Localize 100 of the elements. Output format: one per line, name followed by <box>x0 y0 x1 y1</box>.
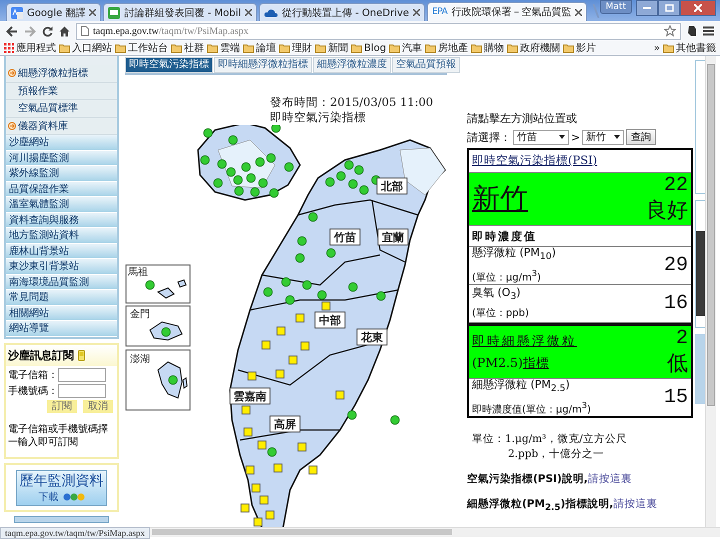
pm25-value: 2 <box>676 328 688 350</box>
sidebar-item[interactable]: 東沙東引背景站 <box>6 259 117 274</box>
sidebar-item[interactable]: 常見問題 <box>6 290 117 306</box>
region-label[interactable]: 北部 <box>376 178 408 194</box>
subscribe-button[interactable]: 訂閱 <box>47 400 77 412</box>
minimize-button[interactable] <box>636 0 658 16</box>
bookmark-item[interactable]: 入口網站 <box>59 41 112 55</box>
bookmark-item[interactable]: Blog <box>351 42 386 54</box>
inset-map-drawing <box>126 350 190 410</box>
email-field[interactable] <box>58 368 106 382</box>
folder-icon <box>507 44 518 52</box>
close-icon[interactable] <box>89 9 96 16</box>
map-title: 即時空氣污染指標 <box>270 110 367 125</box>
browser-tab[interactable]: 討論群組發表回覆 - Mobil <box>103 3 258 21</box>
sidebar-item[interactable]: 南海環境品質監測 <box>6 274 117 290</box>
sidebar-item[interactable]: 網站導覽 <box>6 321 117 336</box>
pm25-heading-link[interactable]: 即時細懸浮微粒 <box>472 333 577 348</box>
sidebar-item[interactable]: 溫室氣體監測 <box>6 197 117 212</box>
address-bar[interactable]: taqm.epa.gov.tw/taqm/tw/PsiMap.aspx <box>76 22 681 40</box>
sidebar-item[interactable]: 儀器資料庫 <box>6 118 117 135</box>
bookmark-item[interactable]: 購物 <box>471 41 504 55</box>
region-label[interactable]: 花東 <box>356 328 388 346</box>
sidebar-item[interactable]: 河川揚塵監測 <box>6 150 117 166</box>
psi-status: 良好 <box>646 197 688 223</box>
star-icon[interactable] <box>664 25 676 37</box>
browser-tab[interactable]: Google 翻譯 <box>6 3 102 21</box>
query-button[interactable]: 查詢 <box>626 129 656 145</box>
status-url: taqm.epa.gov.tw/taqm/tw/PsiMap.aspx <box>0 527 150 539</box>
bookmark-item[interactable]: 應用程式 <box>4 41 56 55</box>
sidebar-item[interactable]: 預報作業 <box>6 82 117 100</box>
bookmark-item[interactable]: 工作站台 <box>115 41 168 55</box>
download-banner[interactable]: 歷年監測資料 下載 <box>16 470 107 506</box>
scrollbar-thumb[interactable] <box>152 529 452 535</box>
sidebar-item[interactable]: 細懸浮微粒指標 <box>6 65 117 82</box>
home-icon[interactable] <box>59 26 70 36</box>
scrollbar-thumb[interactable] <box>707 64 715 406</box>
maximize-button[interactable] <box>658 0 680 16</box>
bookmark-item[interactable]: 汽車 <box>389 41 422 55</box>
browser-tab[interactable]: EPA 行政院環保署－空氣品質監 <box>427 2 588 21</box>
sidebar-item[interactable]: 紫外線監測 <box>6 166 117 182</box>
pollutant-name: 細懸浮微粒 (PM$_{2.5}$) <box>472 376 571 396</box>
bookmarks-overflow[interactable]: » <box>654 42 660 54</box>
bookmark-item[interactable]: 房地產 <box>425 41 468 55</box>
reload-icon[interactable] <box>42 26 53 36</box>
sidebar-item[interactable]: 資料查詢與服務 <box>6 212 117 228</box>
station-name-link[interactable]: 新竹 <box>472 180 528 218</box>
close-icon[interactable] <box>245 9 252 16</box>
reading-value: 15 <box>664 386 688 409</box>
unit-note: 2.ppb，十億分之一 <box>507 447 606 462</box>
nav-tab[interactable]: 即時細懸浮微粒指標 <box>214 57 312 73</box>
cancel-button[interactable]: 取消 <box>83 400 113 412</box>
nav-tab[interactable]: 即時空氣污染指標 <box>125 57 213 73</box>
nav-tab[interactable]: 空氣品質預報 <box>392 57 460 73</box>
translate-icon <box>11 6 23 18</box>
station-dropdown[interactable]: 新竹 <box>582 130 624 144</box>
nav-tab[interactable]: 細懸浮微粒濃度 <box>313 57 391 73</box>
close-icon <box>694 4 702 12</box>
region-label[interactable]: 中部 <box>314 312 346 328</box>
subscribe-title: 沙塵訊息訂閱 <box>8 348 74 362</box>
menu-icon[interactable] <box>703 26 714 36</box>
note-link[interactable]: 請按這裏 <box>613 498 658 510</box>
horizontal-scrollbar[interactable] <box>150 527 720 537</box>
county-dropdown[interactable]: 竹苗 <box>513 130 569 144</box>
region-label[interactable]: 竹苗 <box>330 228 360 246</box>
unit-note: 單位：1.μg/m³，微克/立方公尺 <box>472 432 628 447</box>
close-window-button[interactable] <box>680 0 716 16</box>
pm25-status: 低 <box>667 350 688 376</box>
note-link[interactable]: 請按這裏 <box>588 473 632 485</box>
maximize-icon <box>664 4 674 12</box>
publish-time: 發布時間：2015/03/05 11:00 <box>270 95 434 110</box>
bookmark-item[interactable]: 理財 <box>279 41 312 55</box>
psi-heading-link[interactable]: 即時空氣污染指標(PSI) <box>472 153 598 167</box>
bookmark-item[interactable]: 社群 <box>171 41 204 55</box>
caret-icon <box>614 135 620 139</box>
phone-field[interactable] <box>58 384 106 398</box>
bookmark-item[interactable]: 影片 <box>563 41 596 55</box>
back-icon[interactable] <box>6 26 18 36</box>
separator-text: > <box>571 130 580 144</box>
bookmark-item[interactable]: 雲端 <box>207 41 240 55</box>
region-label[interactable]: 高屏 <box>270 416 300 432</box>
sidebar-item[interactable]: 沙塵網站 <box>6 135 117 150</box>
sidebar-item[interactable]: 地方監測站資料 <box>6 228 117 244</box>
close-icon[interactable] <box>413 9 420 16</box>
sidebar-item[interactable]: 相關網站 <box>6 306 117 321</box>
extension-icon[interactable] <box>687 25 697 37</box>
close-icon[interactable] <box>575 8 582 16</box>
region-label[interactable]: 雲嘉南 <box>230 388 270 404</box>
sidebar-item[interactable]: 鹿林山背景站 <box>6 244 117 259</box>
folder-icon <box>389 44 400 52</box>
bookmark-item[interactable]: 論壇 <box>243 41 276 55</box>
bookmark-item[interactable]: 新聞 <box>315 41 348 55</box>
bookmark-item[interactable]: 政府機關 <box>507 41 560 55</box>
vertical-scrollbar[interactable] <box>705 56 716 527</box>
region-label[interactable]: 宜蘭 <box>378 228 408 246</box>
sidebar-item[interactable]: 品質保證作業 <box>6 182 117 197</box>
bookmark-item[interactable]: 其他書籤 <box>663 41 716 55</box>
sidebar-item[interactable]: 空氣品質標準 <box>6 100 117 118</box>
browser-tab[interactable]: 從行動裝置上傳 - OneDrive <box>259 3 426 21</box>
pm25-index-link[interactable]: 指標 <box>522 355 549 370</box>
pm25-heading: 即時細懸浮微粒 (PM2.5)指標 <box>472 332 577 372</box>
